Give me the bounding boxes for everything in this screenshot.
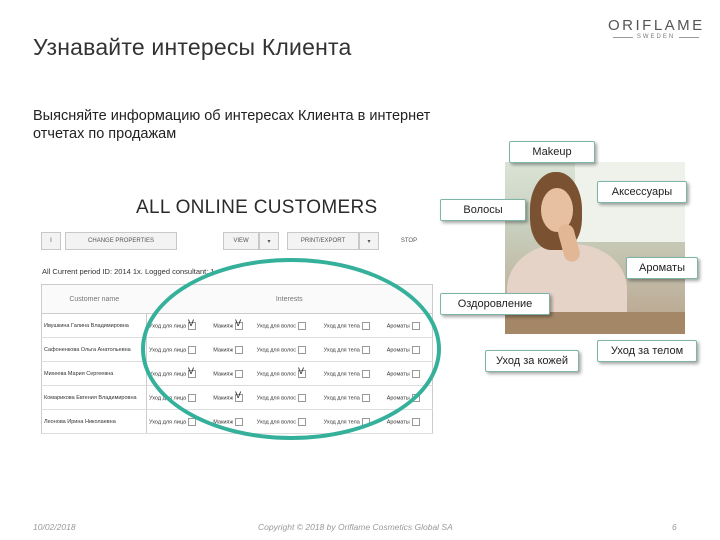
period-info: All Current period ID: 2014 1x. Logged c… <box>42 267 215 276</box>
tag-makeup: Makeup <box>509 141 595 163</box>
tag-wellness: Оздоровление <box>440 293 550 315</box>
view-dropdown-button[interactable]: ▾ <box>259 232 279 250</box>
customer-name: Михеева Мария Сергеевна <box>41 361 147 386</box>
tag-accessories: Аксессуары <box>597 181 687 203</box>
footer-copyright: Copyright © 2018 by Oriflame Cosmetics G… <box>258 522 453 532</box>
tag-skincare: Уход за кожей <box>485 350 579 372</box>
interest-label: Уход для лица <box>149 418 187 425</box>
logo-brand: ORIFLAME <box>608 17 705 34</box>
print-export-button[interactable]: PRINT/EXPORT <box>287 232 359 250</box>
customer-name: Ивушкина Галина Владимировна <box>41 313 147 338</box>
interest-label: Ароматы <box>386 418 410 425</box>
change-properties-button[interactable]: CHANGE PROPERTIES <box>65 232 177 250</box>
customer-name: Сафоненкова Ольга Анатольевна <box>41 337 147 362</box>
page-number: 6 <box>672 522 677 532</box>
highlight-oval <box>141 258 441 440</box>
logo-sub: SWEDEN <box>608 34 704 40</box>
tag-fragrances: Ароматы <box>626 257 698 279</box>
customer-name: Комарикова Евгения Владимировна <box>41 385 147 410</box>
customer-name: Леонова Ирина Николаевна <box>41 409 147 434</box>
report-toolbar: I CHANGE PROPERTIES VIEW ▾ PRINT/EXPORT … <box>41 232 435 250</box>
view-button[interactable]: VIEW <box>223 232 259 250</box>
tag-bodycare: Уход за телом <box>597 340 697 362</box>
footer-date: 10/02/2018 <box>33 522 76 532</box>
toolbar-first-button[interactable]: I <box>41 232 61 250</box>
print-dropdown-button[interactable]: ▾ <box>359 232 379 250</box>
slide-title: Узнавайте интересы Клиента <box>33 34 352 60</box>
oriflame-logo: ORIFLAME SWEDEN <box>608 17 704 40</box>
report-title: ALL ONLINE CUSTOMERS <box>136 197 378 218</box>
tag-hair: Волосы <box>440 199 526 221</box>
slide-subtitle: Выясняйте информацию об интересах Клиент… <box>33 108 431 142</box>
column-header-name: Customer name <box>41 284 147 314</box>
stop-button[interactable]: STOP <box>383 232 435 250</box>
interest-checkbox[interactable] <box>411 417 420 426</box>
